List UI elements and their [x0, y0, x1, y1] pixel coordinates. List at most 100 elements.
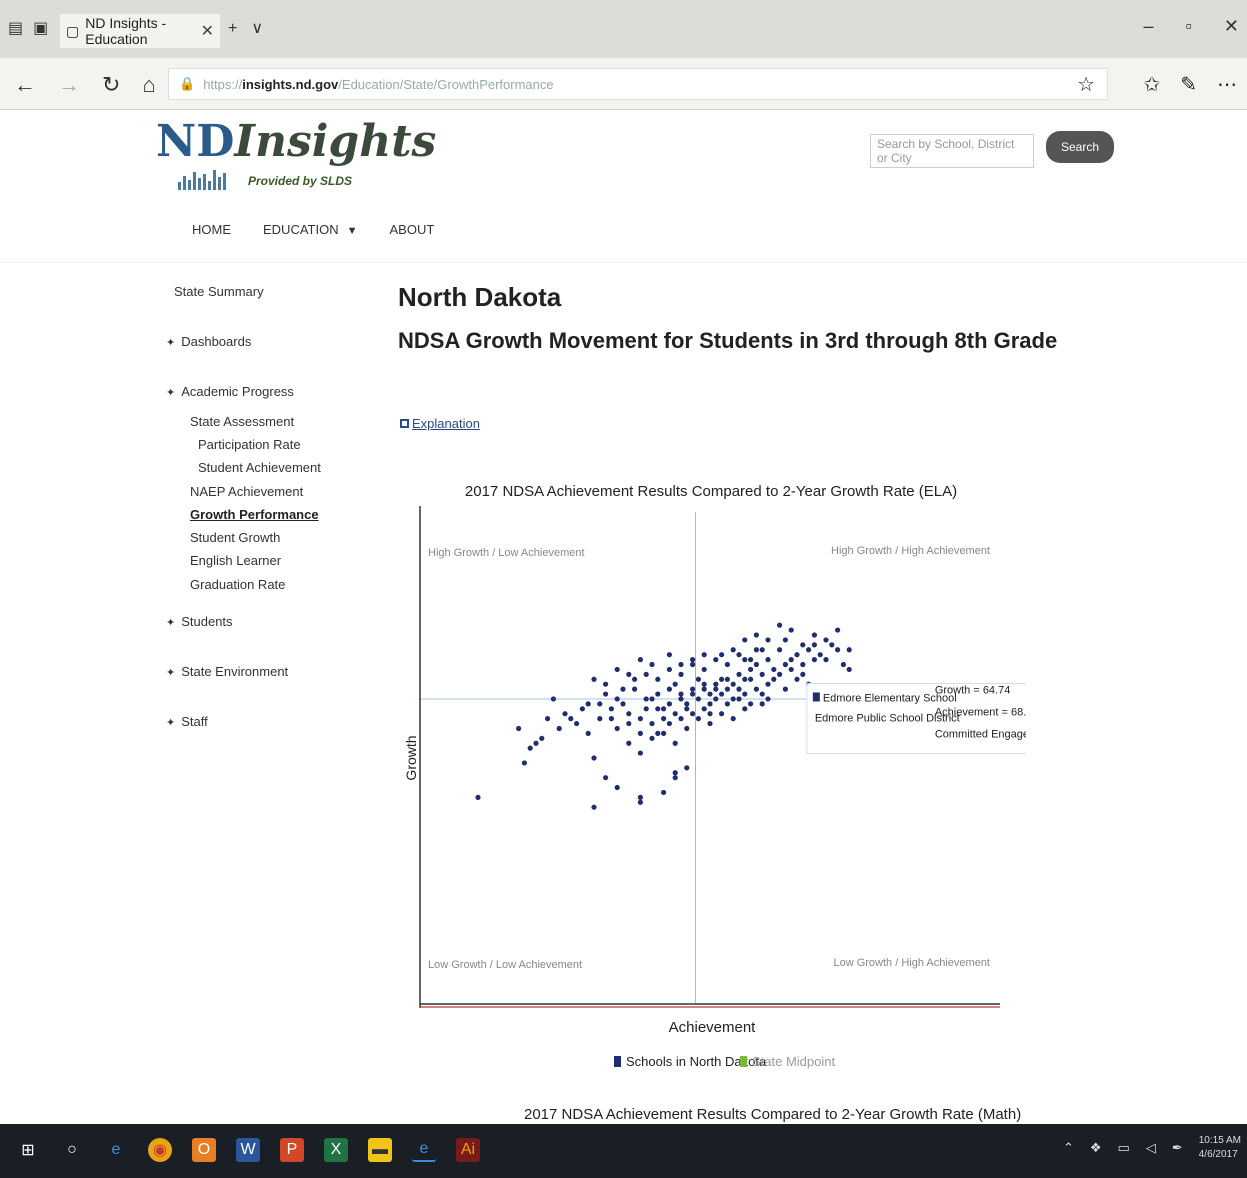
internet-explorer-icon[interactable]: e — [104, 1138, 128, 1162]
data-point — [719, 711, 725, 717]
nav-home[interactable]: HOME — [192, 222, 231, 237]
site-logo[interactable]: NDInsights Provided by SLDS — [156, 116, 436, 196]
data-point — [701, 652, 707, 658]
data-point — [637, 657, 643, 663]
start-icon[interactable]: ⊞ — [16, 1138, 40, 1162]
excel-icon[interactable]: X — [324, 1138, 348, 1162]
edge-icon[interactable]: e — [412, 1138, 436, 1162]
data-point — [527, 745, 533, 751]
powerpoint-icon[interactable]: P — [280, 1138, 304, 1162]
pen-icon[interactable]: ✒ — [1172, 1140, 1183, 1156]
dropbox-icon[interactable]: ❖ — [1090, 1140, 1102, 1156]
sidebar-item-state-assessment[interactable]: State Assessment — [190, 414, 294, 429]
home-icon[interactable]: ⌂ — [142, 72, 155, 98]
logo-nd: ND — [156, 116, 235, 167]
volume-icon[interactable]: ◁ — [1146, 1140, 1156, 1156]
sidebar-item-dashboards[interactable]: ✦ Dashboards — [166, 334, 251, 349]
illustrator-icon[interactable]: Ai — [456, 1138, 480, 1162]
tab-preview-icon[interactable]: ▣ — [33, 20, 48, 38]
nav-education[interactable]: EDUCATION ▼ — [263, 222, 358, 237]
sidebar-item-graduation-rate[interactable]: Graduation Rate — [190, 577, 285, 592]
tab-tools: ▤ ▣ — [8, 20, 48, 38]
data-point — [794, 676, 800, 682]
expand-icon: ✦ — [166, 387, 176, 399]
chevron-down-icon[interactable]: ∨ — [251, 20, 263, 38]
data-point — [661, 716, 667, 722]
close-tab-icon[interactable]: ✕ — [201, 21, 214, 41]
minimize-icon[interactable]: – — [1144, 16, 1154, 37]
main-nav: HOME EDUCATION ▼ ABOUT — [192, 222, 434, 237]
close-window-icon[interactable]: ✕ — [1224, 16, 1239, 37]
data-point — [632, 686, 638, 692]
growth-achievement-chart: 2017 NDSA Achievement Results Compared t… — [403, 483, 1026, 1069]
sidebar-item-growth-performance[interactable]: Growth Performance — [190, 507, 319, 522]
data-point — [550, 696, 556, 702]
new-tab-icon[interactable]: + — [228, 20, 237, 38]
data-point — [771, 666, 777, 673]
data-point — [637, 750, 643, 756]
word-icon[interactable]: W — [236, 1138, 260, 1162]
legend-swatch-midpoint — [740, 1056, 747, 1067]
data-point — [666, 686, 672, 692]
chrome-icon[interactable]: ◉ — [148, 1138, 172, 1162]
refresh-icon[interactable]: ↻ — [102, 72, 120, 98]
network-icon[interactable]: ▭ — [1118, 1140, 1130, 1156]
outlook-icon[interactable]: O — [192, 1138, 216, 1162]
data-point — [788, 627, 794, 633]
nav-about[interactable]: ABOUT — [390, 222, 435, 237]
share-icon[interactable]: ✎ — [1180, 72, 1197, 97]
forward-icon[interactable]: → — [58, 72, 80, 98]
navigation-buttons: ← → ↻ ⌂ — [14, 72, 156, 98]
data-point — [614, 725, 620, 732]
sidebar-item-academic-progress[interactable]: ✦ Academic Progress — [166, 384, 294, 399]
back-icon[interactable]: ← — [14, 72, 36, 98]
sidebar-item-students[interactable]: ✦ Students — [166, 614, 233, 629]
data-point — [753, 661, 759, 668]
data-point — [597, 716, 603, 722]
data-point — [713, 681, 719, 687]
data-point — [759, 691, 765, 697]
sidebar-item-student-achievement[interactable]: Student Achievement — [198, 460, 321, 475]
data-point — [719, 652, 725, 658]
caret-down-icon: ▼ — [346, 225, 358, 237]
data-point — [806, 647, 812, 653]
data-point — [684, 706, 690, 712]
sidebar-item-state-environment[interactable]: ✦ State Environment — [166, 664, 288, 679]
sidebar-item-staff[interactable]: ✦ Staff — [166, 714, 208, 729]
file-explorer-icon[interactable]: ▬ — [368, 1138, 392, 1162]
url-bar[interactable]: 🔒 https://insights.nd.gov/Education/Stat… — [168, 68, 1108, 100]
explanation-link[interactable]: Explanation — [400, 416, 480, 431]
data-point — [649, 735, 655, 741]
data-point — [782, 686, 788, 692]
more-icon[interactable]: ⋯ — [1217, 72, 1237, 97]
favorites-hub-icon[interactable]: ✩ — [1143, 72, 1160, 97]
restore-icon[interactable]: ▫ — [1186, 16, 1192, 37]
search-input[interactable]: Search by School, District or City — [870, 134, 1034, 168]
data-point — [695, 676, 701, 682]
sidebar-item-state-summary[interactable]: State Summary — [174, 284, 264, 299]
sidebar-item-english-learner[interactable]: English Learner — [190, 553, 281, 568]
data-point — [730, 647, 736, 653]
chevron-up-icon[interactable]: ⌃ — [1063, 1140, 1074, 1156]
sidebar-item-student-growth[interactable]: Student Growth — [190, 530, 280, 545]
favorite-star-icon[interactable]: ☆ — [1077, 72, 1095, 97]
data-point — [777, 647, 783, 653]
browser-tabbar: ▤ ▣ ▢ ND Insights - Education ✕ + ∨ – ▫ … — [0, 0, 1247, 58]
search-placeholder: Search by School, District or City — [877, 137, 1015, 165]
sidebar-item-naep-achievement[interactable]: NAEP Achievement — [190, 484, 303, 499]
data-point — [730, 716, 736, 722]
logo-insights: Insights — [234, 116, 437, 167]
data-point — [562, 711, 568, 717]
sidebar-item-participation-rate[interactable]: Participation Rate — [198, 437, 301, 452]
data-point — [695, 696, 701, 702]
data-point — [707, 711, 713, 717]
browser-tab[interactable]: ▢ ND Insights - Education ✕ — [60, 14, 220, 48]
tab-set-aside-icon[interactable]: ▤ — [8, 20, 23, 38]
data-point — [753, 647, 759, 653]
search-button[interactable]: Search — [1046, 131, 1114, 163]
cortana-icon[interactable]: ○ — [60, 1138, 84, 1162]
clock[interactable]: 10:15 AM 4/6/2017 — [1199, 1134, 1241, 1162]
quadrant-label-bottom-right: Low Growth / High Achievement — [833, 957, 990, 969]
data-point — [608, 716, 614, 722]
data-point — [655, 706, 661, 712]
